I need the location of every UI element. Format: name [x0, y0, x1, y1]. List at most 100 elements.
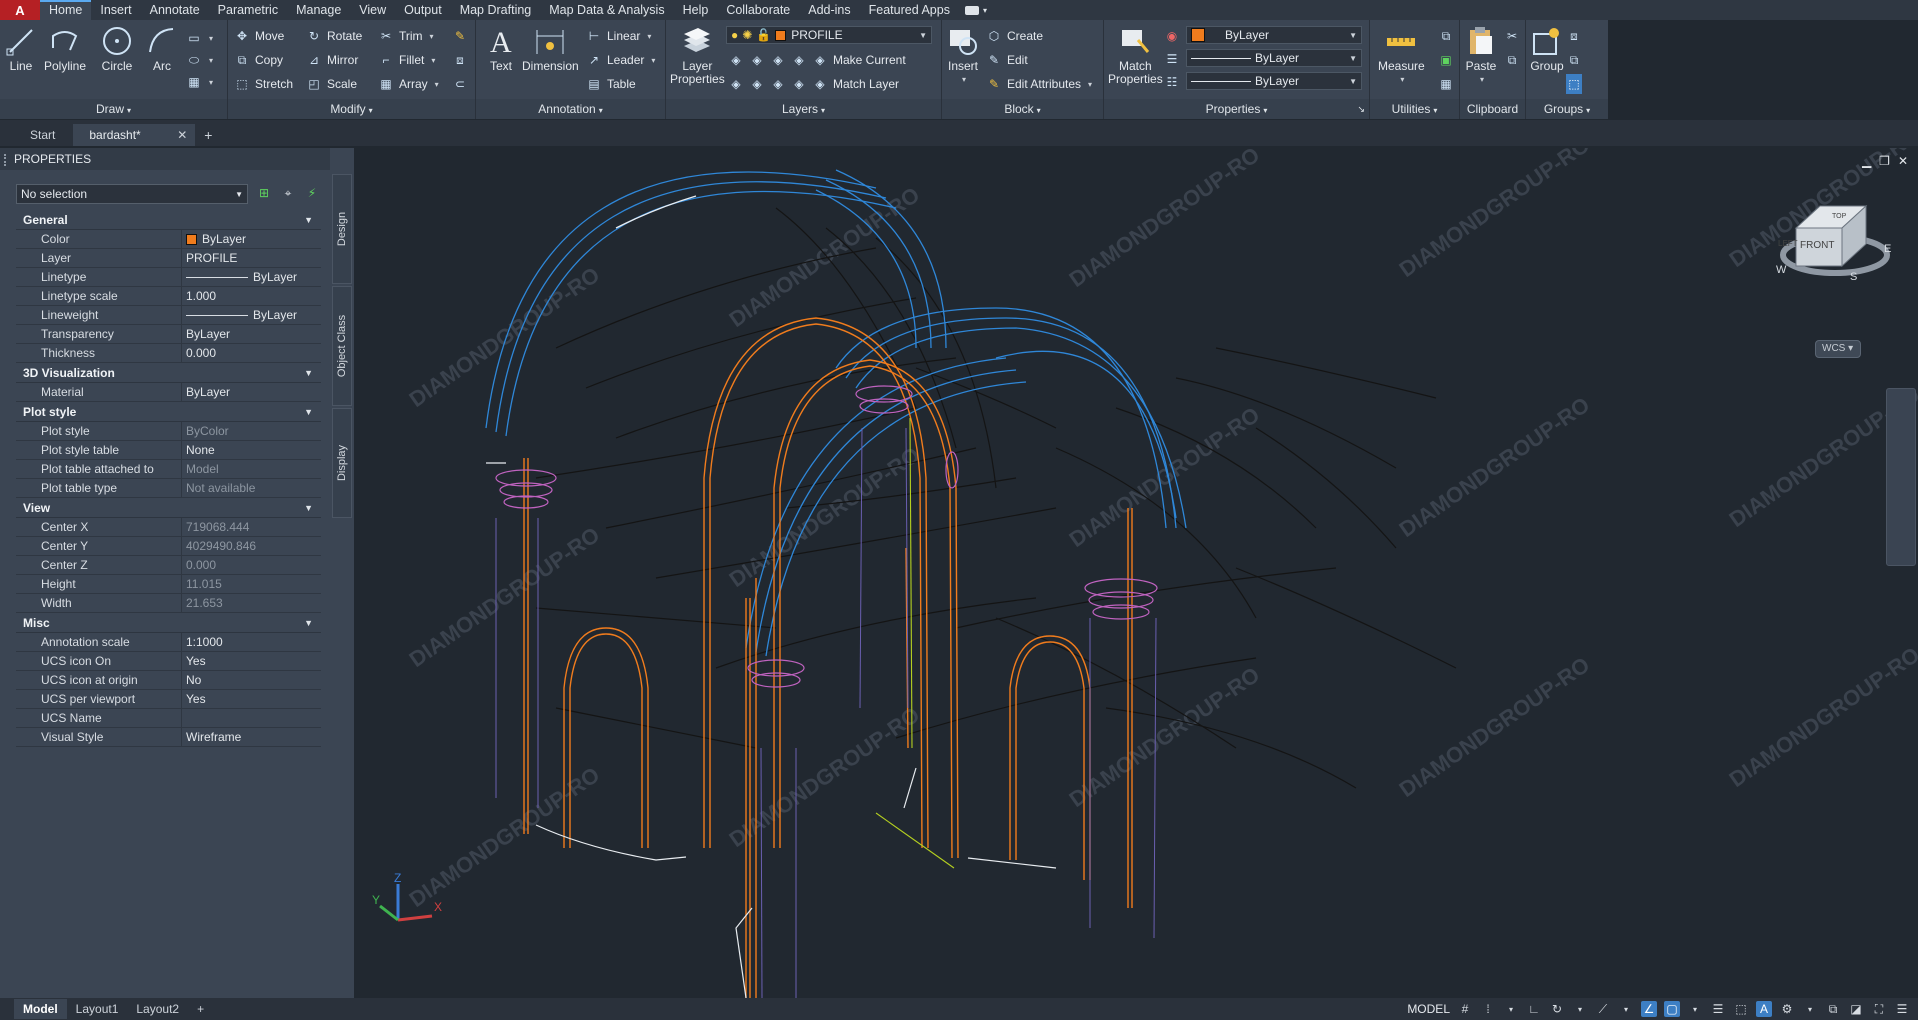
- clipboard-panel-title[interactable]: Clipboard: [1460, 99, 1525, 119]
- ungroup-button[interactable]: ⧈: [1566, 26, 1582, 46]
- property-value[interactable]: Yes: [182, 690, 321, 708]
- lineweight-icon-button[interactable]: ☰: [1164, 49, 1180, 69]
- add-layout-button[interactable]: +: [188, 999, 213, 1019]
- quick-select-button[interactable]: ⧉: [1438, 26, 1454, 46]
- property-row-visual-style[interactable]: Visual Style Wireframe: [16, 728, 321, 747]
- workspace-gear-icon[interactable]: ⚙: [1779, 1001, 1795, 1017]
- tab-featured-apps[interactable]: Featured Apps: [860, 0, 959, 20]
- tab-add-ins[interactable]: Add-ins: [799, 0, 859, 20]
- quick-select-icon[interactable]: ⚡: [304, 186, 320, 202]
- annotation-scale-icon[interactable]: A: [1756, 1001, 1772, 1017]
- property-row-ucs-name[interactable]: UCS Name: [16, 709, 321, 728]
- tab-model[interactable]: Model: [14, 999, 67, 1019]
- customize-menu-icon[interactable]: ☰: [1894, 1001, 1910, 1017]
- group-button[interactable]: Group: [1530, 24, 1564, 73]
- grid-icon[interactable]: #: [1457, 1001, 1473, 1017]
- make-current-button[interactable]: ◈ Make Current: [812, 50, 905, 70]
- arc-button[interactable]: Arc: [145, 24, 179, 73]
- section-header-misc[interactable]: Misc ▼: [16, 613, 321, 633]
- property-value[interactable]: ByLayer: [182, 383, 321, 401]
- section-header-plot-style[interactable]: Plot style ▼: [16, 402, 321, 422]
- property-value[interactable]: 0.000: [182, 556, 321, 574]
- property-row-plot-style-table[interactable]: Plot style table None: [16, 441, 321, 460]
- fullscreen-icon[interactable]: ⛶: [1871, 1001, 1887, 1017]
- rectangle-button[interactable]: ▭ ▾: [186, 28, 213, 48]
- edit-block-button[interactable]: ✎ Edit: [986, 50, 1028, 70]
- selection-dropdown[interactable]: No selection ▼: [16, 184, 248, 204]
- property-row-lineweight[interactable]: Lineweight ByLayer: [16, 306, 321, 325]
- property-value[interactable]: [182, 709, 321, 727]
- property-row-layer[interactable]: Layer PROFILE: [16, 249, 321, 268]
- lineweight-display-icon[interactable]: ☰: [1710, 1001, 1726, 1017]
- layer-properties-button[interactable]: Layer Properties: [670, 24, 725, 86]
- property-row-linetype-scale[interactable]: Linetype scale 1.000: [16, 287, 321, 306]
- tab-design[interactable]: Design: [332, 174, 352, 284]
- restore-icon[interactable]: ❐: [1879, 154, 1890, 168]
- calculator-button[interactable]: ▦: [1438, 74, 1454, 94]
- property-row-ucs-per-viewport[interactable]: UCS per viewport Yes: [16, 690, 321, 709]
- wcs-menu-button[interactable]: WCS ▾: [1815, 340, 1861, 358]
- chevron-down-icon[interactable]: ▾: [1687, 1001, 1703, 1017]
- close-icon[interactable]: ✕: [1898, 154, 1908, 168]
- measure-button[interactable]: Measure ▾: [1378, 24, 1425, 86]
- property-value[interactable]: 21.653: [182, 594, 321, 612]
- property-row-thickness[interactable]: Thickness 0.000: [16, 344, 321, 363]
- chevron-down-icon[interactable]: ▼: [304, 618, 313, 628]
- ortho-icon[interactable]: ∟: [1526, 1001, 1542, 1017]
- polyline-button[interactable]: Polyline: [44, 24, 86, 73]
- property-value[interactable]: 1.000: [182, 287, 321, 305]
- text-button[interactable]: A Text: [484, 24, 518, 73]
- object-snap-tracking-icon[interactable]: ∠: [1641, 1001, 1657, 1017]
- section-header-general[interactable]: General ▼: [16, 210, 321, 230]
- property-row-ucs-icon-on[interactable]: UCS icon On Yes: [16, 652, 321, 671]
- tab-output[interactable]: Output: [395, 0, 451, 20]
- property-value[interactable]: 0.000: [182, 344, 321, 362]
- chevron-down-icon[interactable]: ▼: [304, 215, 313, 225]
- dimension-button[interactable]: Dimension: [522, 24, 579, 73]
- leader-button[interactable]: ↗ Leader ▾: [586, 50, 655, 70]
- property-row-center-y[interactable]: Center Y 4029490.846: [16, 537, 321, 556]
- property-value[interactable]: ByLayer: [182, 230, 321, 248]
- linetype-dropdown[interactable]: ByLayer ▼: [1186, 49, 1362, 67]
- property-row-center-x[interactable]: Center X 719068.444: [16, 518, 321, 537]
- tab-manage[interactable]: Manage: [287, 0, 350, 20]
- properties-panel-title[interactable]: Properties ▾ ↘: [1104, 99, 1369, 119]
- property-value[interactable]: 4029490.846: [182, 537, 321, 555]
- gradient-button[interactable]: ▦ ▾: [186, 72, 213, 92]
- chevron-down-icon[interactable]: ▼: [304, 368, 313, 378]
- tab-map-data-analysis[interactable]: Map Data & Analysis: [540, 0, 673, 20]
- color-dropdown[interactable]: ByLayer ▼: [1186, 26, 1362, 44]
- navigation-bar[interactable]: [1886, 388, 1916, 566]
- scale-button[interactable]: ◰ Scale: [306, 74, 357, 94]
- lineweight-dropdown[interactable]: ByLayer ▼: [1186, 72, 1362, 90]
- property-row-linetype[interactable]: Linetype ByLayer: [16, 268, 321, 287]
- layer-tools-row-2[interactable]: ◈ ◈ ◈ ◈: [728, 74, 807, 94]
- property-value[interactable]: No: [182, 671, 321, 689]
- line-button[interactable]: Line: [4, 24, 38, 73]
- model-space-toggle[interactable]: MODEL: [1407, 1002, 1450, 1016]
- new-drawing-tab-button[interactable]: +: [197, 124, 219, 146]
- section-header-view[interactable]: View ▼: [16, 498, 321, 518]
- hatch-button[interactable]: ⬭ ▾: [186, 50, 213, 70]
- property-row-plot-table-type[interactable]: Plot table type Not available: [16, 479, 321, 498]
- stretch-button[interactable]: ⬚ Stretch: [234, 74, 293, 94]
- property-row-width[interactable]: Width 21.653: [16, 594, 321, 613]
- copy-button[interactable]: ⧉ Copy: [234, 50, 283, 70]
- chevron-down-icon[interactable]: ▼: [304, 503, 313, 513]
- annotation-panel-title[interactable]: Annotation ▾: [476, 99, 665, 119]
- select-all-button[interactable]: ▣: [1438, 50, 1454, 70]
- array-button[interactable]: ▦ Array ▾: [378, 74, 438, 94]
- ribbon-options-button[interactable]: ▾: [959, 5, 987, 15]
- erase-button[interactable]: ✎: [452, 26, 468, 46]
- layer-dropdown[interactable]: ● ✺ 🔓 PROFILE ▼: [726, 26, 932, 44]
- cut-button[interactable]: ✂: [1504, 26, 1520, 46]
- tab-drawing-bardasht[interactable]: bardasht* ✕: [73, 124, 196, 146]
- utilities-panel-title[interactable]: Utilities ▾: [1370, 99, 1459, 119]
- tab-map-drafting[interactable]: Map Drafting: [451, 0, 541, 20]
- tab-object-class[interactable]: Object Class: [332, 286, 352, 406]
- paste-button[interactable]: Paste ▾: [1464, 24, 1498, 86]
- minimize-icon[interactable]: ▁: [1862, 154, 1871, 168]
- tab-annotate[interactable]: Annotate: [141, 0, 209, 20]
- property-value[interactable]: Model: [182, 460, 321, 478]
- property-row-height[interactable]: Height 11.015: [16, 575, 321, 594]
